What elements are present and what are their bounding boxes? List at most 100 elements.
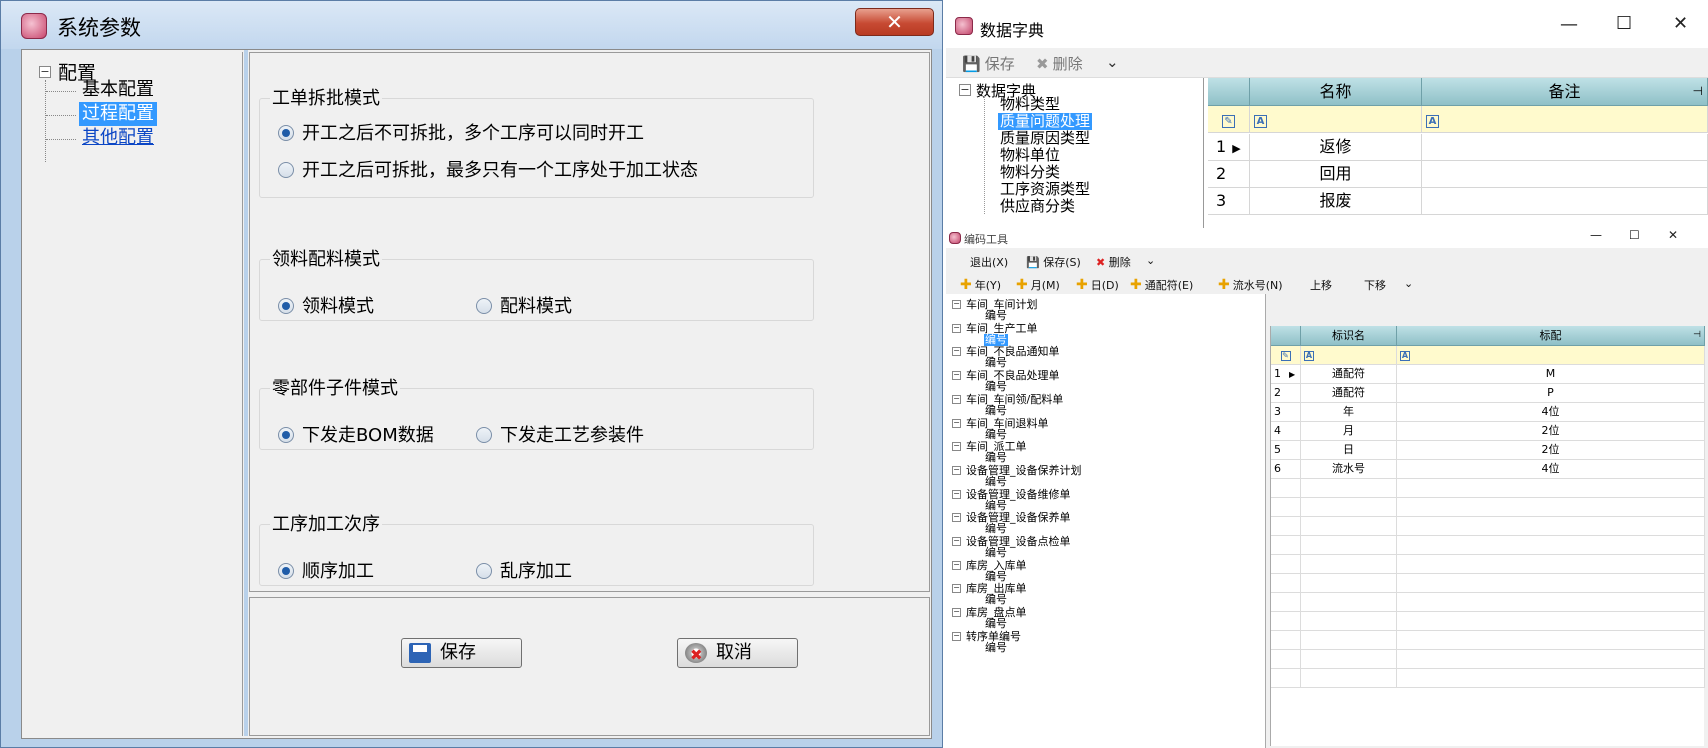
empty-row[interactable] xyxy=(1271,555,1705,574)
radio-no-split[interactable]: 开工之后不可拆批，多个工序可以同时开工 xyxy=(278,119,644,145)
filter-cell[interactable]: A xyxy=(1397,346,1705,364)
tree-item[interactable]: 质量原因类型 xyxy=(998,130,1092,147)
cell-id-name[interactable] xyxy=(1301,593,1397,611)
title-bar[interactable]: 数据字典 — ☐ ✕ xyxy=(946,0,1708,48)
save-button[interactable]: 💾 保存 xyxy=(962,53,1015,74)
filter-cell[interactable]: A xyxy=(1301,346,1397,364)
cell-value[interactable]: M xyxy=(1397,365,1705,383)
maximize-button[interactable]: ☐ xyxy=(1616,13,1632,34)
tree-item[interactable]: 工序资源类型 xyxy=(998,181,1092,198)
tree-child-item[interactable]: 编号 xyxy=(984,523,1008,535)
table-row[interactable]: 2 通配符 P xyxy=(1271,384,1705,403)
cell-id-name[interactable] xyxy=(1301,555,1397,573)
delete-button[interactable]: ✖ 删除 xyxy=(1096,254,1131,270)
move-down-button[interactable]: 下移 xyxy=(1364,277,1386,293)
minimize-button[interactable]: — xyxy=(1560,14,1578,35)
cell-value[interactable] xyxy=(1397,479,1705,497)
cell-id-name[interactable] xyxy=(1301,574,1397,592)
empty-row[interactable] xyxy=(1271,479,1705,498)
exit-button[interactable]: 退出(X) xyxy=(970,254,1008,270)
cell-value[interactable]: 4位 xyxy=(1397,460,1705,478)
table-row[interactable]: 4 月 2位 xyxy=(1271,422,1705,441)
tree-child-item[interactable]: 编号 xyxy=(984,570,1008,583)
tree-parent-item[interactable]: 车间_不良品通知单 xyxy=(966,345,1060,358)
cell-value[interactable] xyxy=(1397,536,1705,554)
empty-row[interactable] xyxy=(1271,669,1705,688)
delete-button[interactable]: ✖ 删除 xyxy=(1036,53,1083,74)
collapse-icon[interactable]: − xyxy=(952,465,961,475)
empty-row[interactable] xyxy=(1271,593,1705,612)
minimize-button[interactable]: — xyxy=(1590,228,1602,242)
collapse-icon[interactable]: − xyxy=(952,513,961,523)
splitter[interactable] xyxy=(244,50,248,736)
title-bar[interactable]: 系统参数 ✕ xyxy=(1,1,942,49)
empty-row[interactable] xyxy=(1271,536,1705,555)
cell-value[interactable] xyxy=(1397,498,1705,516)
toolbar-overflow-button[interactable]: ⌄ xyxy=(1404,277,1413,290)
close-button[interactable]: ✕ xyxy=(1668,228,1678,242)
cell-id-name[interactable] xyxy=(1301,536,1397,554)
cell-id-name[interactable]: 月 xyxy=(1301,422,1397,440)
table-row[interactable]: 3 报废 xyxy=(1208,188,1708,215)
cell-value[interactable] xyxy=(1397,631,1705,649)
edit-icon[interactable]: ✎ xyxy=(1222,115,1235,128)
tree-child-item[interactable]: 编号 xyxy=(984,618,1008,630)
tree-child-item[interactable]: 编号 xyxy=(984,357,1008,369)
tree-child-item-selected[interactable]: 编号 xyxy=(984,333,1008,346)
pin-icon[interactable]: ⊣ xyxy=(1693,326,1701,345)
collapse-icon[interactable]: − xyxy=(952,442,961,452)
cell-name[interactable]: 返修 xyxy=(1250,134,1422,160)
save-button[interactable]: 💾 保存(S) xyxy=(1026,254,1081,270)
collapse-icon[interactable]: − xyxy=(952,300,961,309)
tree-item-process-config[interactable]: 过程配置 xyxy=(79,102,157,126)
tree-parent-item[interactable]: 车间_不良品处理单 xyxy=(966,369,1060,382)
close-button[interactable]: ✕ xyxy=(1673,13,1688,34)
save-button[interactable]: 保存 xyxy=(401,638,522,668)
empty-row[interactable] xyxy=(1271,650,1705,669)
collapse-icon[interactable]: − xyxy=(952,418,961,428)
tree-child-item[interactable]: 编号 xyxy=(984,381,1008,393)
tree-child-item[interactable]: 编号 xyxy=(984,404,1008,417)
collapse-icon[interactable]: − xyxy=(952,608,961,618)
table-row[interactable]: 1 ▶ 通配符 M xyxy=(1271,365,1705,384)
collapse-icon[interactable]: − xyxy=(952,537,961,546)
cell-id-name[interactable]: 通配符 xyxy=(1301,384,1397,402)
cell-id-name[interactable] xyxy=(1301,612,1397,630)
collapse-icon[interactable]: − xyxy=(952,584,961,594)
empty-row[interactable] xyxy=(1271,612,1705,631)
close-button[interactable]: ✕ xyxy=(855,8,934,36)
collapse-icon[interactable]: − xyxy=(952,394,961,404)
cell-value[interactable] xyxy=(1397,517,1705,535)
toolbar-overflow-button[interactable]: ⌄ xyxy=(1106,53,1119,71)
cell-value[interactable] xyxy=(1397,593,1705,611)
cell-value[interactable]: 2位 xyxy=(1397,422,1705,440)
add-day-button[interactable]: ✚ 日(D) xyxy=(1076,277,1119,293)
tree-child-item[interactable]: 编号 xyxy=(984,475,1008,488)
edit-icon[interactable]: ✎ xyxy=(1280,351,1291,361)
cell-id-name[interactable]: 日 xyxy=(1301,441,1397,459)
filter-cell[interactable]: A xyxy=(1250,106,1422,132)
radio-random-order[interactable]: 乱序加工 xyxy=(476,557,572,583)
tree-parent-item[interactable]: 设备管理_设备保养单 xyxy=(966,511,1071,524)
collapse-icon[interactable]: − xyxy=(952,347,961,357)
tree-child-item[interactable]: 编号 xyxy=(984,641,1008,654)
cell-id-name[interactable] xyxy=(1301,650,1397,668)
collapse-icon[interactable]: − xyxy=(952,489,961,499)
radio-split[interactable]: 开工之后可拆批，最多只有一个工序处于加工状态 xyxy=(278,156,698,182)
add-month-button[interactable]: ✚ 月(M) xyxy=(1016,277,1060,293)
tree-child-item[interactable]: 编号 xyxy=(984,594,1008,606)
radio-process-parts[interactable]: 下发走工艺参装件 xyxy=(476,421,644,447)
tree-item-basic-config[interactable]: 基本配置 xyxy=(79,78,157,102)
column-header-name[interactable]: 名称 xyxy=(1250,78,1422,106)
cell-id-name[interactable]: 流水号 xyxy=(1301,460,1397,478)
cell-id-name[interactable] xyxy=(1301,517,1397,535)
maximize-button[interactable]: ☐ xyxy=(1629,228,1640,242)
tree-child-item[interactable]: 编号 xyxy=(984,310,1008,322)
tree-child-item[interactable]: 编号 xyxy=(984,452,1008,464)
tree-item[interactable]: 物料分类 xyxy=(998,164,1062,181)
collapse-icon[interactable]: − xyxy=(952,323,961,333)
empty-row[interactable] xyxy=(1271,574,1705,593)
filter-cell[interactable]: A xyxy=(1422,106,1708,132)
tree-item[interactable]: 供应商分类 xyxy=(998,198,1077,215)
cell-value[interactable]: 2位 xyxy=(1397,441,1705,459)
